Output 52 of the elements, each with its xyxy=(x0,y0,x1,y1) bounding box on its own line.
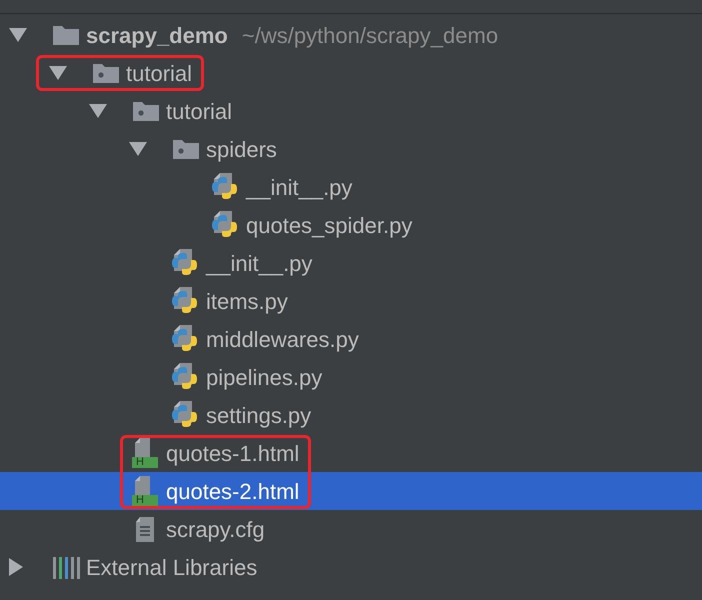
tree-row[interactable]: scrapy.cfg xyxy=(0,510,702,548)
tree-row[interactable]: scrapy_demo ~/ws/python/scrapy_demo xyxy=(0,16,702,54)
python-file-icon xyxy=(172,362,200,392)
tree-row[interactable]: pipelines.py xyxy=(0,358,702,396)
python-file-icon xyxy=(172,248,200,278)
item-label: items.py xyxy=(206,288,288,316)
item-label: External Libraries xyxy=(86,554,258,582)
html-file-icon xyxy=(132,437,158,469)
expand-arrow-icon[interactable] xyxy=(88,103,108,119)
item-label: tutorial xyxy=(166,98,232,126)
folder-icon xyxy=(132,100,160,122)
python-file-icon xyxy=(212,210,240,240)
python-file-icon xyxy=(172,400,200,430)
project-path: ~/ws/python/scrapy_demo xyxy=(242,22,498,50)
library-icon xyxy=(52,554,82,580)
expand-arrow-icon[interactable] xyxy=(48,65,68,81)
python-file-icon xyxy=(212,172,240,202)
item-label: tutorial xyxy=(126,60,192,88)
folder-icon xyxy=(52,24,80,46)
tree-row[interactable]: __init__.py xyxy=(0,244,702,282)
tree-row[interactable]: middlewares.py xyxy=(0,320,702,358)
item-label: settings.py xyxy=(206,402,312,430)
expand-arrow-icon[interactable] xyxy=(8,27,28,43)
item-label: pipelines.py xyxy=(206,364,322,392)
item-label: scrapy.cfg xyxy=(166,516,265,544)
folder-icon xyxy=(92,62,120,84)
tree-row[interactable]: settings.py xyxy=(0,396,702,434)
tree-row[interactable]: quotes_spider.py xyxy=(0,206,702,244)
tree-row[interactable]: spiders xyxy=(0,130,702,168)
expand-arrow-icon[interactable] xyxy=(128,141,148,157)
html-file-icon xyxy=(132,475,158,507)
python-file-icon xyxy=(172,286,200,316)
item-label: spiders xyxy=(206,136,277,164)
item-label: __init__.py xyxy=(206,250,312,278)
tree-row[interactable]: H quotes-1.html xyxy=(0,434,702,472)
tree-row[interactable]: tutorial xyxy=(0,92,702,130)
python-file-icon xyxy=(172,324,200,354)
item-label: quotes-1.html xyxy=(166,440,300,468)
tree-row[interactable]: __init__.py xyxy=(0,168,702,206)
tree-row[interactable]: tutorial xyxy=(0,54,702,92)
tree-row[interactable]: External Libraries xyxy=(0,548,702,586)
tree-row[interactable]: items.py xyxy=(0,282,702,320)
collapse-arrow-icon[interactable] xyxy=(8,557,24,577)
item-label: middlewares.py xyxy=(206,326,359,354)
file-type-letter: H xyxy=(136,456,144,468)
item-label: scrapy_demo xyxy=(86,22,228,50)
item-label: quotes-2.html xyxy=(166,478,300,506)
item-label: __init__.py xyxy=(246,174,352,202)
tree-row[interactable]: H quotes-2.html xyxy=(0,472,702,510)
folder-icon xyxy=(172,138,200,160)
item-label: quotes_spider.py xyxy=(246,212,412,240)
file-type-letter: H xyxy=(136,494,144,506)
